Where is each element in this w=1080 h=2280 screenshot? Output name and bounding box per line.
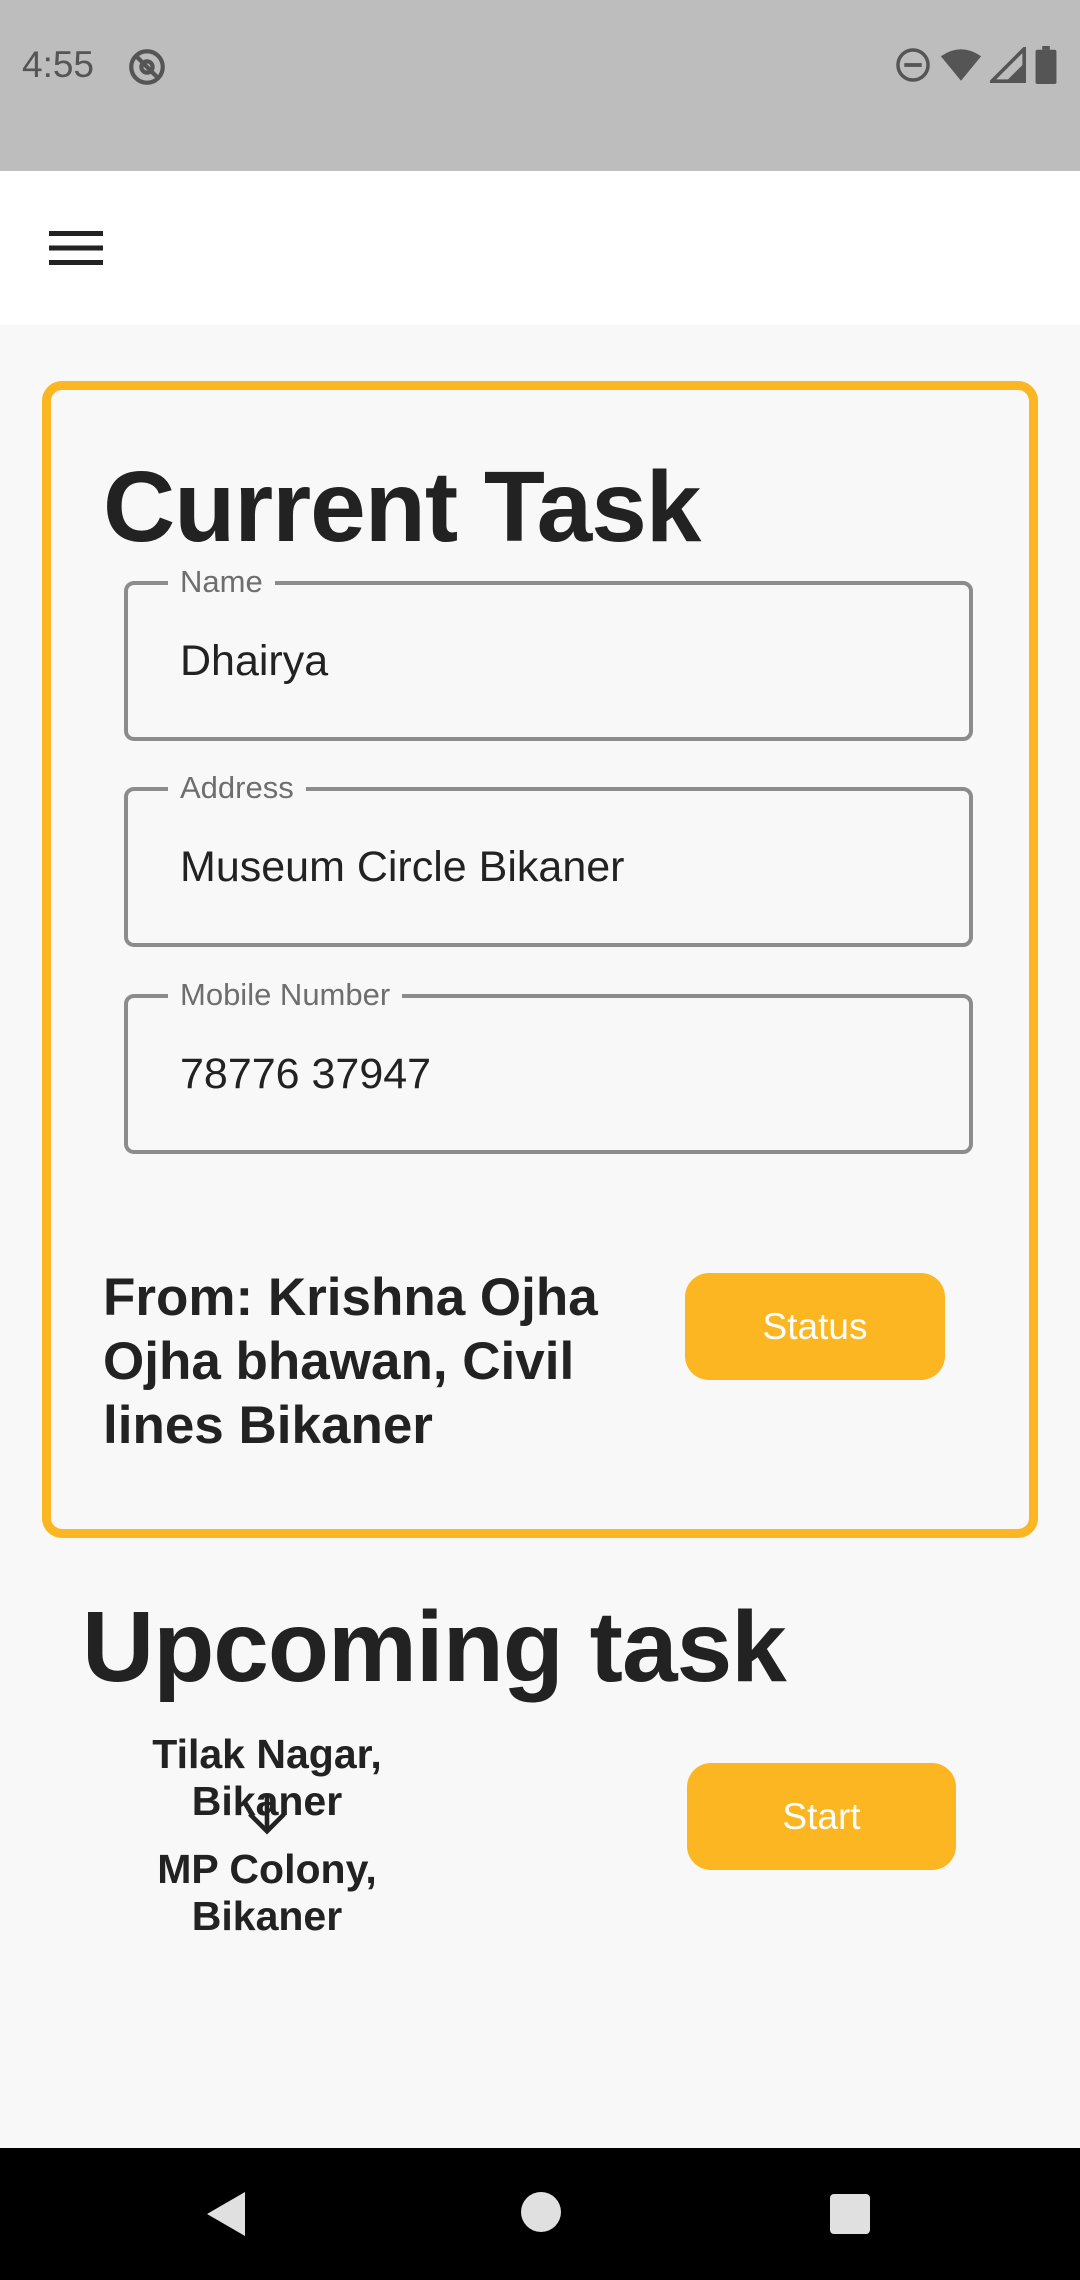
app-bar xyxy=(0,171,1080,325)
status-bar: 4:55 xyxy=(0,0,1080,171)
signal-icon xyxy=(987,44,1026,88)
status-time: 4:55 xyxy=(22,44,95,85)
address-field-label: Address xyxy=(168,769,306,807)
home-icon[interactable] xyxy=(519,2190,563,2239)
back-icon[interactable] xyxy=(205,2190,249,2243)
from-text: From: Krishna Ojha Ojha bhawan, Civil li… xyxy=(103,1268,598,1455)
arrow-down-icon xyxy=(244,1790,290,1841)
name-field[interactable]: Name Dhairya xyxy=(124,563,973,741)
upcoming-task-title: Upcoming task xyxy=(82,1591,787,1703)
do-not-disturb-icon xyxy=(894,46,932,89)
start-button[interactable]: Start xyxy=(687,1763,956,1870)
mobile-number-field[interactable]: Mobile Number 78776 37947 xyxy=(124,976,973,1154)
mobile-number-field-label: Mobile Number xyxy=(168,976,403,1014)
address-field-value: Museum Circle Bikaner xyxy=(180,843,625,891)
current-task-title: Current Task xyxy=(103,451,701,563)
menu-button[interactable] xyxy=(40,223,112,277)
name-field-value: Dhairya xyxy=(180,637,329,685)
menu-icon xyxy=(49,229,103,272)
status-button[interactable]: Status xyxy=(685,1273,945,1380)
at-sign-icon xyxy=(126,46,168,93)
name-field-label: Name xyxy=(168,563,275,601)
status-icons xyxy=(894,44,1058,89)
navigation-bar xyxy=(0,2148,1080,2280)
route-to: MP Colony, Bikaner xyxy=(157,1846,377,1939)
wifi-icon xyxy=(940,46,982,89)
current-task-card: Current Task Name Dhairya Address Museum… xyxy=(42,381,1038,1538)
battery-icon xyxy=(1034,46,1058,89)
mobile-number-field-value: 78776 37947 xyxy=(180,1050,432,1098)
address-field[interactable]: Address Museum Circle Bikaner xyxy=(124,769,973,947)
recents-icon[interactable] xyxy=(828,2192,872,2241)
